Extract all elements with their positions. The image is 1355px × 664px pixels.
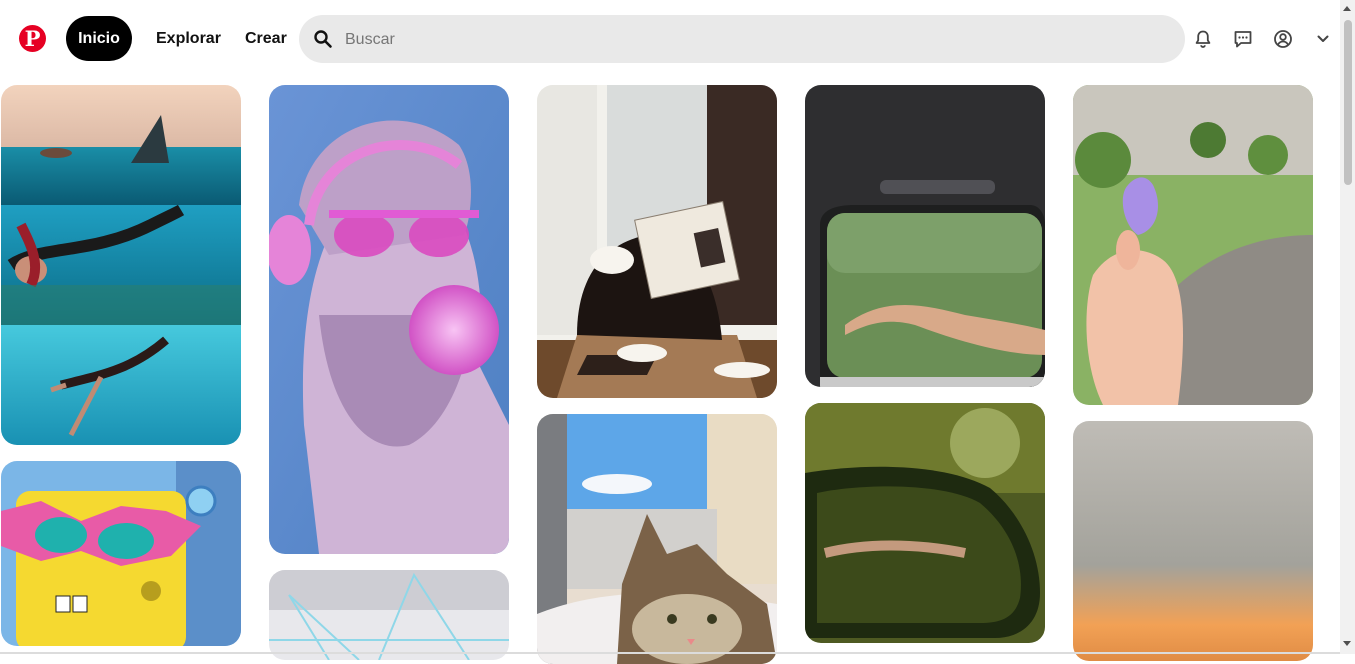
pin-image xyxy=(1073,421,1313,661)
pin-geometry-sketch[interactable] xyxy=(269,570,509,660)
pin-image xyxy=(269,570,509,660)
create-tab[interactable]: Crear xyxy=(233,16,299,61)
pin-image xyxy=(1073,85,1313,405)
pin-sunset-sky[interactable] xyxy=(1073,421,1313,661)
pin-swimmers-shark[interactable] xyxy=(1,85,241,445)
pin-statue-headphones-bubblegum[interactable] xyxy=(269,85,509,554)
pinterest-logo-icon[interactable]: P xyxy=(19,25,46,52)
pin-side-mirror-forest[interactable] xyxy=(805,403,1045,643)
pin-image xyxy=(805,403,1045,643)
pin-image xyxy=(1,461,241,646)
chevron-down-icon[interactable] xyxy=(1311,27,1335,51)
scroll-down-arrow-icon[interactable] xyxy=(1343,641,1351,646)
scroll-up-arrow-icon[interactable] xyxy=(1343,6,1351,11)
search-input[interactable] xyxy=(343,15,1167,65)
vertical-scrollbar[interactable] xyxy=(1340,0,1355,654)
pin-image xyxy=(805,85,1045,387)
pin-image xyxy=(537,414,777,664)
home-tab[interactable]: Inicio xyxy=(66,16,132,61)
account-icon[interactable] xyxy=(1271,27,1295,51)
pin-hand-purple-candy[interactable] xyxy=(1073,85,1313,405)
pin-spongebob-sunglasses[interactable] xyxy=(1,461,241,646)
bell-icon[interactable] xyxy=(1191,27,1215,51)
search-bar[interactable] xyxy=(299,15,1185,65)
search-icon xyxy=(314,30,332,48)
pin-cat-window[interactable] xyxy=(537,414,777,664)
scrollbar-thumb[interactable] xyxy=(1344,20,1352,185)
top-navigation-bar: P Inicio Explorar Crear xyxy=(0,0,1340,78)
pin-image xyxy=(537,85,777,398)
pin-image xyxy=(269,85,509,554)
pin-image xyxy=(1,85,241,445)
pin-woman-reading-cafe[interactable] xyxy=(537,85,777,398)
message-icon[interactable] xyxy=(1231,27,1255,51)
pin-car-window-hand[interactable] xyxy=(805,85,1045,387)
explore-tab[interactable]: Explorar xyxy=(144,16,233,61)
